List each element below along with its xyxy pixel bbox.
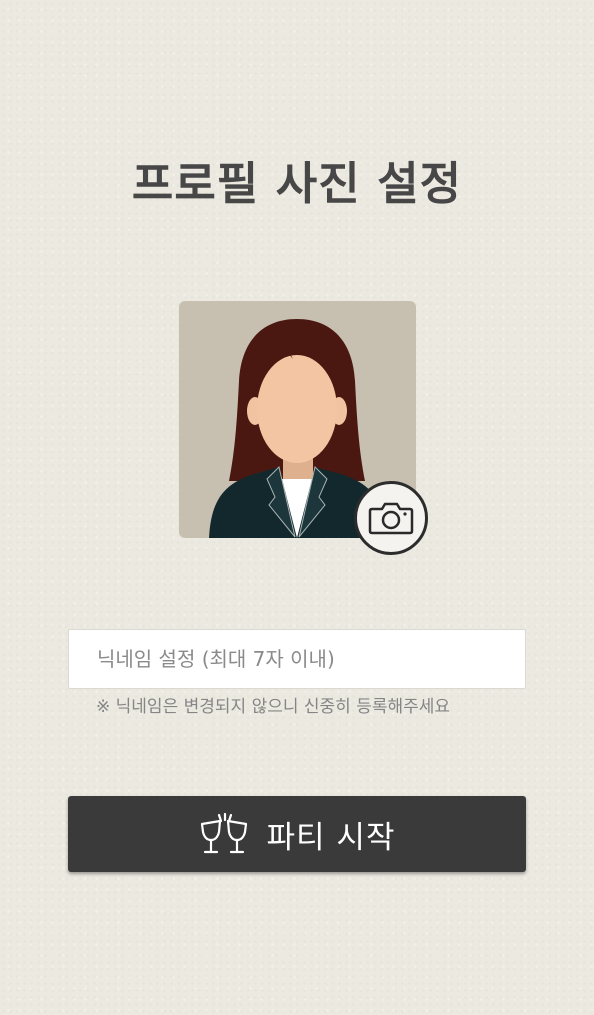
camera-icon xyxy=(368,502,414,535)
cheers-glasses-icon xyxy=(199,812,249,856)
nickname-notice: ※ 닉네임은 변경되지 않으니 신중히 등록해주세요 xyxy=(96,697,451,717)
profile-photo-area xyxy=(179,301,428,555)
camera-button[interactable] xyxy=(354,481,428,555)
party-start-button[interactable]: 파티 시작 xyxy=(68,796,526,872)
page-title: 프로필 사진 설정 xyxy=(131,157,463,210)
party-start-label: 파티 시작 xyxy=(266,819,396,856)
nickname-input[interactable] xyxy=(68,629,526,689)
